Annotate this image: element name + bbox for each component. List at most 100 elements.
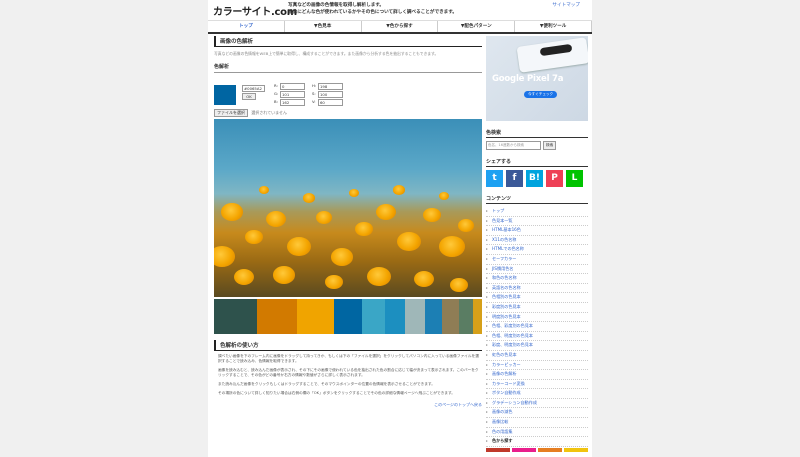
- s-field: S: 100: [312, 91, 343, 98]
- page-container: カラーサイト.com 写真などの画像の色情報を取得し解析します。 画像にどんな色…: [208, 0, 592, 457]
- advertisement-banner[interactable]: Google Pixel 7a 今すぐチェック: [486, 36, 588, 121]
- line-share-icon[interactable]: L: [566, 170, 583, 187]
- back-to-top-link[interactable]: このページのトップへ戻る: [214, 402, 482, 408]
- sidebar-menu-item[interactable]: HTMLでの色名称: [486, 245, 588, 255]
- color-chip[interactable]: [538, 447, 562, 452]
- flower-shape: [234, 269, 254, 285]
- v-input[interactable]: 60: [318, 99, 343, 106]
- hex-input[interactable]: #0065A2: [242, 85, 265, 92]
- s-input[interactable]: 100: [318, 91, 343, 98]
- palette-segment[interactable]: [424, 299, 443, 334]
- sidebar-menu-item[interactable]: 色相、明度別の色見本: [486, 332, 588, 342]
- hatena-bookmark-icon[interactable]: B!: [526, 170, 543, 187]
- flower-shape: [273, 266, 295, 284]
- twitter-share-icon[interactable]: t: [486, 170, 503, 187]
- flower-shape: [349, 189, 359, 197]
- flower-shape: [221, 203, 243, 221]
- sidebar-menu-item[interactable]: ボタン自動作成: [486, 389, 588, 399]
- sidebar-menu-item[interactable]: セーフカラー: [486, 255, 588, 265]
- sidebar-menu-item[interactable]: X11の色名称: [486, 236, 588, 246]
- sidebar-menu-item[interactable]: トップ: [486, 207, 588, 217]
- flower-shape: [439, 192, 449, 200]
- color-chip[interactable]: [564, 447, 588, 452]
- palette-segment[interactable]: [459, 299, 474, 334]
- sidebar-menu-item[interactable]: 英語名の色名称: [486, 284, 588, 294]
- palette-segment[interactable]: [333, 299, 363, 334]
- color-chip[interactable]: [512, 447, 536, 452]
- flower-shape: [393, 185, 405, 195]
- sidebar-menu-item[interactable]: 色相別の色見本: [486, 293, 588, 303]
- flower-shape: [450, 278, 468, 293]
- nav-color-samples[interactable]: ▼色見本: [285, 21, 362, 32]
- v-field: V: 60: [312, 99, 343, 106]
- sidebar-menu-item[interactable]: 和色の色名称: [486, 274, 588, 284]
- h-input[interactable]: 198: [318, 83, 343, 90]
- global-nav: トップ ▼色見本 ▼色から探す ▼配色パターン ▼便利ツール: [208, 20, 592, 34]
- search-button[interactable]: 検索: [543, 141, 557, 150]
- sidebar-menu-item[interactable]: 色見本一覧: [486, 217, 588, 227]
- palette-segment[interactable]: [385, 299, 405, 334]
- palette-segment[interactable]: [473, 299, 482, 334]
- nav-color-schemes[interactable]: ▼配色パターン: [438, 21, 516, 32]
- flower-shape: [266, 211, 286, 227]
- sidebar-menu-item[interactable]: JIS慣用色名: [486, 265, 588, 275]
- pocket-share-icon[interactable]: P: [546, 170, 563, 187]
- sitemap-link[interactable]: サイトマップ: [552, 2, 580, 8]
- sidebar-menu-item[interactable]: 画像の色解析: [486, 370, 588, 380]
- palette-segment[interactable]: [296, 299, 334, 334]
- sidebar-menu-item[interactable]: カラーピッカー: [486, 361, 588, 371]
- nav-top[interactable]: トップ: [208, 21, 285, 32]
- color-chip[interactable]: [486, 447, 510, 452]
- usage-paragraph-1: 調べたい画像を下のフレーム内に画像をドラッグして持ってきか、もしくは下の「ファイ…: [218, 354, 479, 363]
- sidebar-menu-item[interactable]: HTML基本16色: [486, 226, 588, 236]
- sidebar-menu-item[interactable]: 彩度別の色見本: [486, 303, 588, 313]
- g-input[interactable]: 101: [280, 91, 305, 98]
- analyzed-image[interactable]: [214, 119, 482, 297]
- sidebar-menu-item[interactable]: カラーコード変換: [486, 380, 588, 390]
- palette-segment[interactable]: [404, 299, 425, 334]
- palette-segment[interactable]: [256, 299, 297, 334]
- palette-segment[interactable]: [362, 299, 386, 334]
- ok-button[interactable]: OK: [242, 93, 256, 100]
- file-select-button[interactable]: ファイルを選択: [214, 109, 248, 117]
- palette-segment[interactable]: [214, 299, 257, 334]
- sidebar-menu-item[interactable]: 画像比較: [486, 418, 588, 428]
- color-palette-bar: [214, 299, 482, 334]
- usage-section: 色解析の使い方 調べたい画像を下のフレーム内に画像をドラッグして持ってきか、もし…: [214, 340, 482, 408]
- flower-shape: [214, 246, 235, 267]
- page-title: 画像の色解析: [214, 36, 482, 47]
- color-search-input[interactable]: 色名、16進数から検索: [486, 141, 541, 150]
- sidebar-menu-item[interactable]: 色の用語集: [486, 428, 588, 438]
- ad-cta-button[interactable]: 今すぐチェック: [524, 91, 558, 98]
- sidebar-menu-item[interactable]: グラデーション自動作成: [486, 399, 588, 409]
- h-field: H: 198: [312, 83, 343, 90]
- b-input[interactable]: 162: [280, 99, 305, 106]
- color-analyze-panel: #0065A2 OK R: 0 G: 101 B: 162 H: 198 S: 100 V…: [214, 77, 482, 106]
- flower-shape: [287, 237, 311, 257]
- sidebar-menu-item[interactable]: 画像の減色: [486, 408, 588, 419]
- file-status: 選択されていません: [251, 110, 288, 115]
- facebook-share-icon[interactable]: f: [506, 170, 523, 187]
- flower-shape: [355, 222, 373, 237]
- ad-phone-image: [516, 37, 588, 73]
- palette-segment[interactable]: [442, 299, 460, 334]
- site-tagline: 写真などの画像の色情報を取得し解析します。 画像にどんな色が使われているかやその…: [288, 3, 457, 16]
- main-content: 画像の色解析 写真などの画像の色情報をWEB上で簡単に取得し、構成することができ…: [214, 36, 482, 408]
- sidebar-menu-item[interactable]: 色から探す: [486, 437, 588, 447]
- usage-heading: 色解析の使い方: [214, 340, 482, 351]
- share-buttons: t f B! P L: [486, 170, 588, 187]
- sidebar-menu-item[interactable]: 明度別の色見本: [486, 313, 588, 323]
- sidebar-menu-item[interactable]: 彩度、明度別の色見本: [486, 341, 588, 351]
- nav-tools[interactable]: ▼便利ツール: [515, 21, 592, 32]
- site-logo[interactable]: カラーサイト.com: [213, 3, 297, 18]
- color-swatch: [214, 85, 236, 105]
- r-input[interactable]: 0: [280, 83, 305, 90]
- site-header: カラーサイト.com 写真などの画像の色情報を取得し解析します。 画像にどんな色…: [208, 0, 592, 20]
- flower-shape: [414, 271, 434, 287]
- nav-find-by-color[interactable]: ▼色から探す: [362, 21, 439, 32]
- sidebar-menu-item[interactable]: 虹色の色見本: [486, 351, 588, 361]
- flower-shape: [303, 193, 315, 203]
- file-picker-row: ファイルを選択 選択されていません: [214, 109, 482, 117]
- sidebar-menu-item[interactable]: 色相、彩度別の色見本: [486, 322, 588, 332]
- flower-shape: [376, 204, 396, 220]
